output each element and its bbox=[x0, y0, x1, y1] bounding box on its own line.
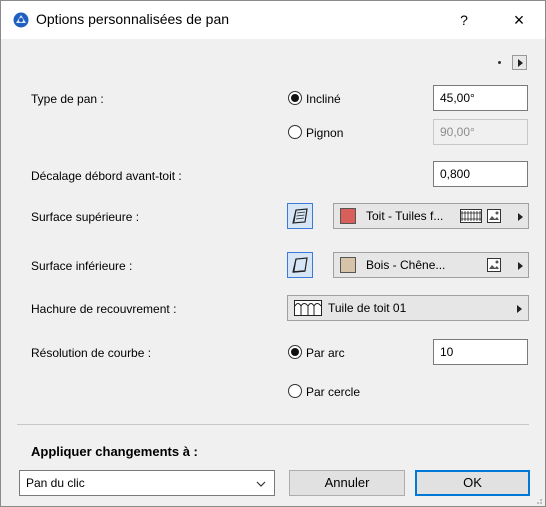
resize-grip-icon[interactable] bbox=[533, 495, 543, 505]
roof-surface-icon bbox=[292, 208, 308, 224]
archicad-app-icon bbox=[13, 12, 29, 28]
bottom-surface-swatch bbox=[340, 257, 356, 273]
surface-inferieure-label: Surface inférieure : bbox=[31, 259, 133, 273]
title-bar: Options personnalisées de pan ? × bbox=[1, 1, 545, 39]
bottom-surface-arrow-icon bbox=[518, 262, 523, 270]
dot-indicator bbox=[498, 61, 501, 64]
radio-par-arc-label[interactable]: Par arc bbox=[306, 346, 345, 360]
bottom-surface-icon-button[interactable] bbox=[287, 252, 313, 278]
bottom-surface-material-name: Bois - Chêne... bbox=[366, 258, 446, 272]
image-icon bbox=[487, 209, 501, 223]
ok-button[interactable]: OK bbox=[415, 470, 530, 496]
cancel-button[interactable]: Annuler bbox=[289, 470, 405, 496]
top-surface-swatch bbox=[340, 208, 356, 224]
decalage-label: Décalage débord avant-toit : bbox=[31, 169, 182, 183]
top-surface-icon-button[interactable] bbox=[287, 203, 313, 229]
radio-par-cercle-label[interactable]: Par cercle bbox=[306, 385, 360, 399]
underside-surface-icon bbox=[292, 257, 308, 273]
chevron-down-icon bbox=[256, 481, 266, 487]
roof-tile-hatch-icon bbox=[294, 300, 322, 316]
triangle-right-icon bbox=[518, 59, 523, 67]
bottom-surface-material-picker[interactable]: Bois - Chêne... bbox=[333, 252, 529, 278]
appliquer-selected: Pan du clic bbox=[26, 476, 85, 490]
appliquer-dropdown[interactable]: Pan du clic bbox=[19, 470, 275, 496]
close-button[interactable]: × bbox=[499, 7, 539, 33]
separator bbox=[17, 424, 529, 425]
surface-superieure-label: Surface supérieure : bbox=[31, 210, 140, 224]
hachure-value: Tuile de toit 01 bbox=[328, 301, 407, 315]
top-surface-material-picker[interactable]: Toit - Tuiles f... bbox=[333, 203, 529, 229]
pignon-angle-field[interactable]: 90,00° bbox=[433, 119, 528, 145]
incline-angle-field[interactable]: 45,00° bbox=[433, 85, 528, 111]
top-surface-material-name: Toit - Tuiles f... bbox=[366, 209, 444, 223]
image-icon bbox=[487, 258, 501, 272]
decalage-field[interactable]: 0,800 bbox=[433, 161, 528, 187]
hachure-arrow-icon bbox=[517, 305, 522, 313]
hachure-picker[interactable]: Tuile de toit 01 bbox=[287, 295, 529, 321]
resolution-label: Résolution de courbe : bbox=[31, 346, 152, 360]
radio-par-arc[interactable] bbox=[288, 345, 302, 359]
par-arc-field[interactable]: 10 bbox=[433, 339, 528, 365]
radio-pignon-label[interactable]: Pignon bbox=[306, 126, 343, 140]
radio-par-cercle[interactable] bbox=[288, 384, 302, 398]
window-title: Options personnalisées de pan bbox=[36, 11, 230, 27]
radio-incline[interactable] bbox=[288, 91, 302, 105]
radio-pignon[interactable] bbox=[288, 125, 302, 139]
radio-incline-label[interactable]: Incliné bbox=[306, 92, 341, 106]
tile-texture-icon bbox=[460, 209, 482, 223]
help-button[interactable]: ? bbox=[449, 7, 479, 33]
appliquer-label: Appliquer changements à : bbox=[31, 444, 198, 459]
expand-toggle-button[interactable] bbox=[512, 55, 527, 70]
type-de-pan-label: Type de pan : bbox=[31, 92, 104, 106]
dialog: Options personnalisées de pan ? × Type d… bbox=[0, 0, 546, 507]
hachure-label: Hachure de recouvrement : bbox=[31, 302, 177, 316]
top-surface-arrow-icon bbox=[518, 213, 523, 221]
